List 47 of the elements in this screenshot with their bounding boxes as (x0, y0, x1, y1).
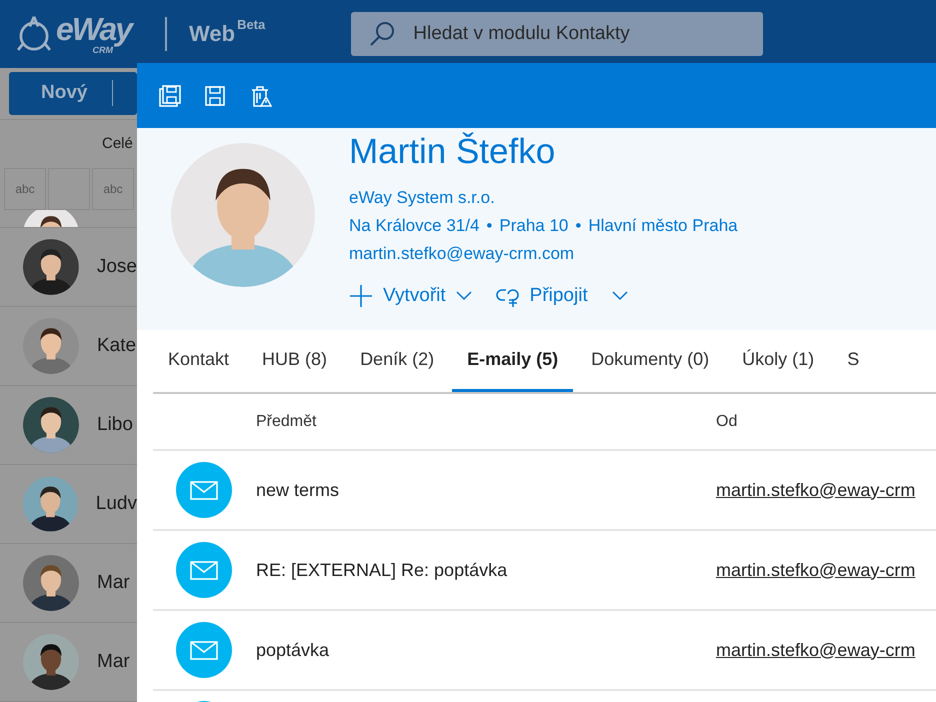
filter-cell[interactable] (48, 168, 90, 210)
caret-icon (456, 291, 472, 301)
search-icon (369, 21, 396, 47)
tab[interactable]: Kontakt (153, 330, 244, 392)
contact-name[interactable]: Kate (97, 335, 136, 357)
tab[interactable]: Úkoly (1) (727, 330, 830, 392)
caret-icon (612, 291, 628, 301)
separator-dot: • (575, 215, 582, 237)
connect-button[interactable]: Připojit (496, 284, 588, 308)
logo-text: eWay (56, 13, 132, 45)
contact-name[interactable]: Mar (97, 572, 130, 594)
tab[interactable]: Deník (2) (345, 330, 450, 392)
email-subject[interactable]: poptávka (256, 640, 716, 660)
sender-link[interactable]: martin.stefko@eway-crm (716, 480, 936, 500)
address-part: Praha 10 (499, 215, 568, 237)
tab[interactable]: E-maily (5) (452, 330, 574, 392)
contact-name[interactable]: Jose (96, 256, 137, 278)
address-part: Na Královce 31/4 (349, 215, 480, 237)
column-header[interactable]: Od (716, 412, 936, 430)
email-icon (176, 622, 232, 678)
column-header[interactable]: Předmět (256, 412, 716, 430)
logo-subtitle: CRM (92, 45, 114, 55)
contact-name[interactable]: Ludv (96, 493, 137, 515)
company-name: eWay System s.r.o. (349, 187, 495, 209)
tab[interactable]: S (832, 330, 874, 392)
address-part: Hlavní město Praha (588, 215, 738, 237)
email-subject[interactable]: new terms (256, 480, 716, 500)
plus-icon (349, 284, 373, 308)
separator-dot: • (486, 215, 492, 237)
product-name: Web$^{Beta}$ (189, 21, 266, 47)
sender-link[interactable]: martin.stefko@eway-crm (716, 640, 936, 660)
email-icon (176, 462, 232, 518)
tab[interactable]: Dokumenty (0) (576, 330, 724, 392)
save-copy-icon (158, 84, 182, 108)
tab[interactable]: HUB (8) (247, 330, 342, 392)
contact-name[interactable]: Mar (97, 651, 130, 673)
create-button[interactable]: Vytvořit (349, 284, 472, 308)
save-icon (203, 84, 227, 108)
sender-link[interactable]: martin.stefko@eway-crm (716, 560, 936, 580)
contact-name: Martin Štefko (349, 132, 556, 172)
email-subject[interactable]: RE: [EXTERNAL] Re: poptávka (256, 560, 716, 580)
contact-name[interactable]: Libo (97, 414, 133, 436)
email-icon (176, 542, 232, 598)
view-label: Celé (102, 135, 133, 152)
search-field[interactable]: Hledat v modulu Kontakty (351, 12, 764, 56)
email-address: martin.stefko@eway-crm.com (349, 243, 574, 265)
new-button[interactable]: Nový (9, 72, 137, 115)
